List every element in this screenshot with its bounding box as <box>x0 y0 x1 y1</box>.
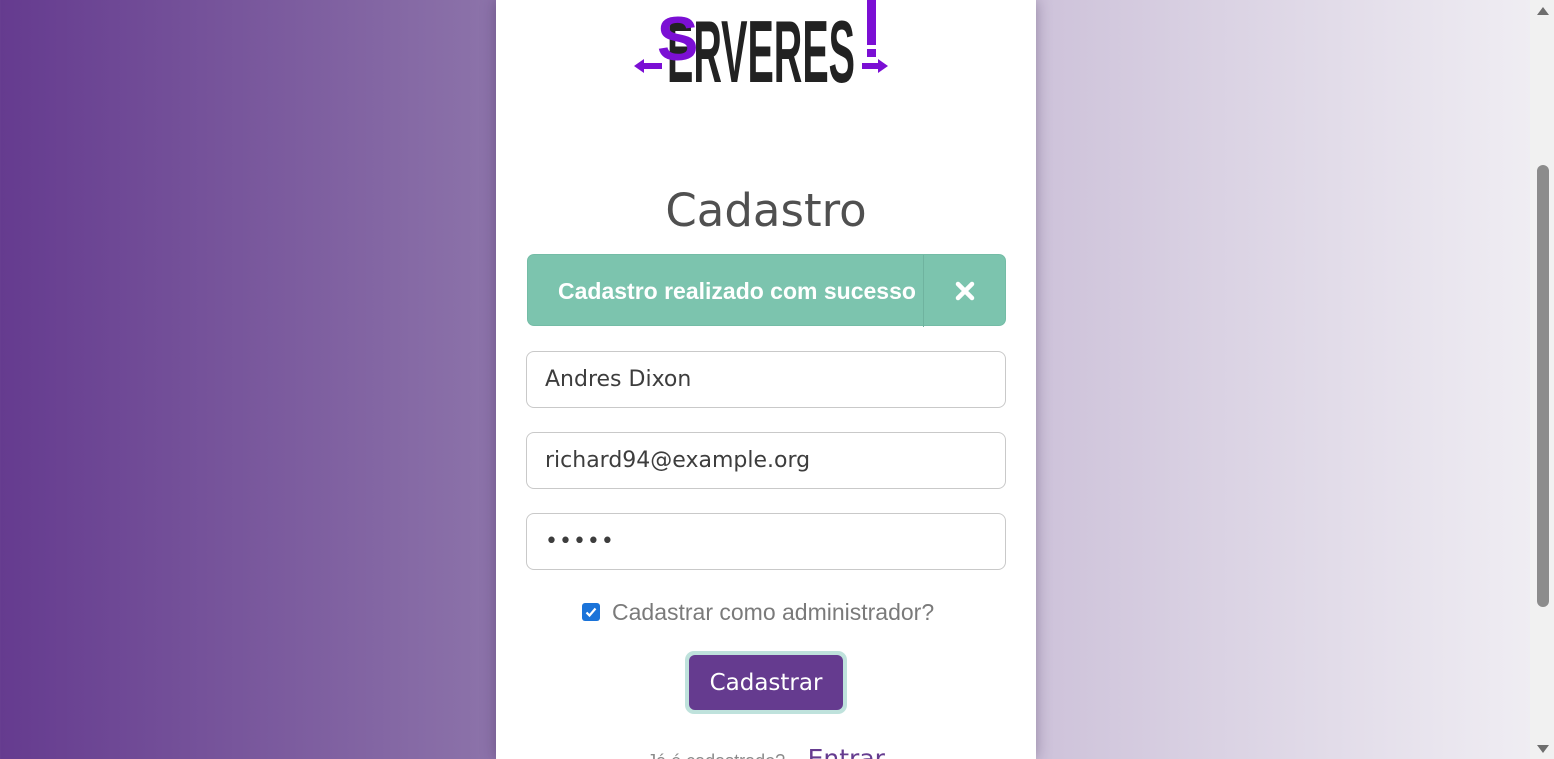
login-question: Já é cadastrado? <box>647 751 785 759</box>
page-title: Cadastro <box>665 184 867 237</box>
email-input[interactable] <box>526 432 1006 489</box>
name-input[interactable] <box>526 351 1006 408</box>
close-x-icon <box>955 281 974 301</box>
checkmark-icon <box>585 607 597 618</box>
scroll-up-arrow-icon[interactable] <box>1537 7 1549 15</box>
register-button[interactable]: Cadastrar <box>689 655 843 710</box>
admin-checkbox-row[interactable]: Cadastrar como administrador? <box>582 598 934 626</box>
signup-card: ERVERES S Cadastro Cadastro realizado co… <box>496 0 1036 759</box>
admin-checkbox[interactable] <box>582 603 600 621</box>
scroll-down-arrow-icon[interactable] <box>1537 745 1549 753</box>
admin-checkbox-label: Cadastrar como administrador? <box>612 598 935 625</box>
scroll-thumb[interactable] <box>1537 165 1549 607</box>
serverest-logo: ERVERES S <box>634 0 888 90</box>
login-prompt: Já é cadastrado? Entrar <box>496 744 1036 759</box>
svg-text:S: S <box>657 5 698 74</box>
submit-button-focus-ring: Cadastrar <box>685 651 847 714</box>
login-link[interactable]: Entrar <box>808 744 885 759</box>
success-alert: Cadastro realizado com sucesso <box>527 254 1006 327</box>
password-input[interactable] <box>526 513 1006 570</box>
page-scrollbar[interactable] <box>1530 0 1554 759</box>
alert-close-button[interactable] <box>923 255 1005 327</box>
alert-message: Cadastro realizado com sucesso <box>558 278 916 304</box>
